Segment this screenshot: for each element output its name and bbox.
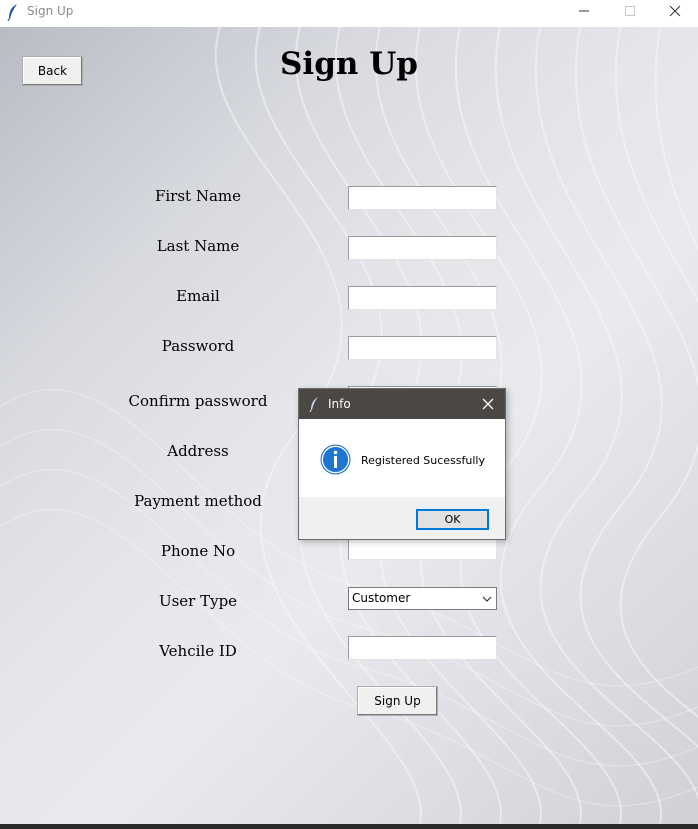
minimize-button[interactable] bbox=[561, 0, 607, 22]
user-type-label: User Type bbox=[158, 592, 238, 610]
user-type-select[interactable]: Customer bbox=[348, 587, 497, 610]
dialog-body: Registered Sucessfully bbox=[299, 419, 505, 497]
password-label: Password bbox=[161, 337, 235, 355]
payment-method-label: Payment method bbox=[134, 492, 262, 510]
ok-button[interactable]: OK bbox=[416, 509, 489, 530]
info-dialog: Info Registered Sucessfully OK bbox=[298, 388, 506, 540]
page-title: Sign Up bbox=[280, 46, 418, 82]
last-name-input[interactable] bbox=[348, 236, 497, 260]
first-name-label: First Name bbox=[154, 187, 242, 205]
first-name-input[interactable] bbox=[348, 186, 497, 210]
close-button[interactable] bbox=[652, 0, 698, 22]
password-input[interactable] bbox=[348, 336, 497, 360]
dialog-title: Info bbox=[328, 397, 351, 411]
dialog-titlebar: Info bbox=[299, 389, 505, 419]
maximize-button[interactable] bbox=[607, 0, 653, 22]
window-titlebar: Sign Up bbox=[0, 0, 698, 27]
email-label: Email bbox=[176, 287, 220, 305]
vehicle-id-label: Vehcile ID bbox=[159, 642, 237, 660]
address-label: Address bbox=[167, 442, 229, 460]
dialog-footer: OK bbox=[299, 497, 505, 539]
vehicle-id-input[interactable] bbox=[348, 636, 497, 660]
confirm-password-label: Confirm password bbox=[128, 392, 268, 410]
chevron-down-icon[interactable] bbox=[482, 593, 492, 607]
window-bottom-border bbox=[0, 824, 698, 829]
sign-up-button[interactable]: Sign Up bbox=[357, 686, 438, 716]
email-input[interactable] bbox=[348, 286, 497, 310]
window-title: Sign Up bbox=[27, 4, 74, 18]
dialog-close-icon[interactable] bbox=[479, 395, 497, 413]
last-name-label: Last Name bbox=[156, 237, 240, 255]
info-icon bbox=[320, 444, 351, 479]
feather-icon bbox=[309, 396, 319, 416]
back-button[interactable]: Back bbox=[22, 56, 83, 86]
user-type-value: Customer bbox=[352, 591, 411, 605]
feather-icon bbox=[7, 3, 19, 25]
phone-no-label: Phone No bbox=[160, 542, 236, 560]
dialog-message: Registered Sucessfully bbox=[361, 454, 485, 467]
